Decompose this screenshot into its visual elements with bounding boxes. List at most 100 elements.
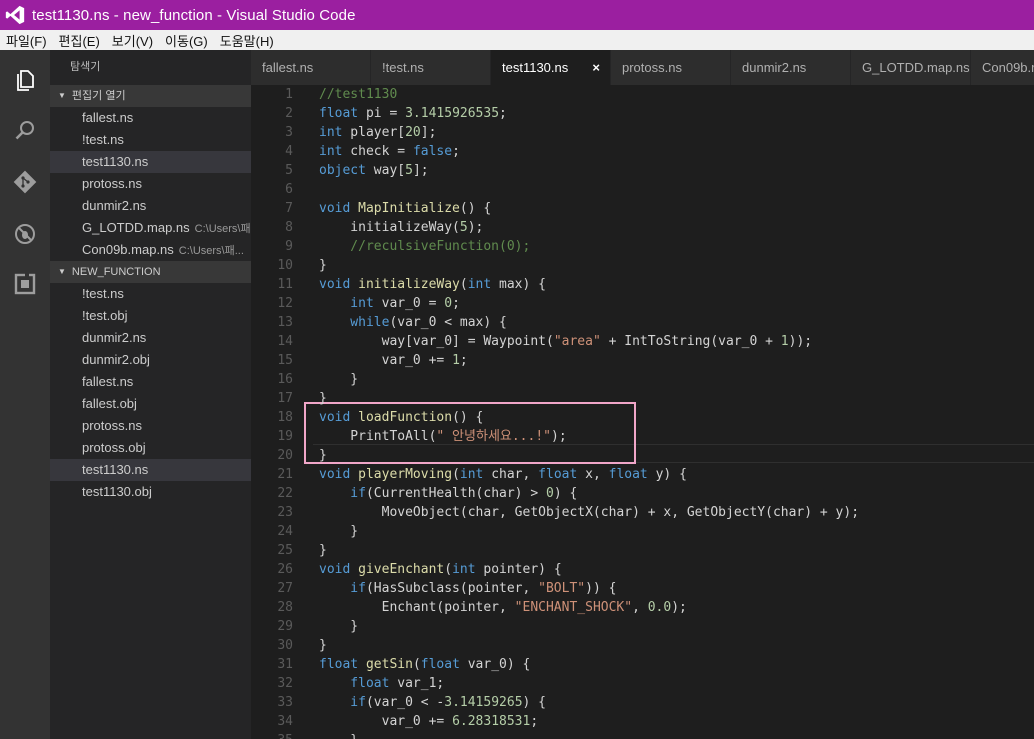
editor-tab[interactable]: test1130.ns × <box>491 50 611 85</box>
code-token: 0 <box>444 296 453 311</box>
source-control-button[interactable] <box>0 162 50 202</box>
code-text: void playerMoving(int char, float x, flo… <box>319 465 687 484</box>
search-button[interactable] <box>0 110 50 150</box>
code-line: 6 <box>251 180 1034 199</box>
line-number: 9 <box>285 239 293 254</box>
code-token: ); <box>467 220 484 235</box>
folder-file-item[interactable]: !test.ns <box>50 283 251 305</box>
code-line: 12 int var_0 = 0; <box>251 294 1034 313</box>
editor-tab[interactable]: fallest.ns <box>251 50 371 85</box>
code-line: 20} <box>251 446 1034 465</box>
code-text: } <box>319 617 358 636</box>
folder-header[interactable]: ▼ NEW_FUNCTION <box>50 261 251 283</box>
code-line: 7 void MapInitialize() { <box>251 199 1034 218</box>
folder-file-item[interactable]: fallest.obj <box>50 393 251 415</box>
editor-tab[interactable]: protoss.ns <box>611 50 731 85</box>
line-number: 17 <box>277 391 293 406</box>
code-text: while(var_0 < max) { <box>319 313 507 332</box>
line-number: 33 <box>277 695 293 710</box>
open-editor-item[interactable]: test1130.ns <box>50 151 251 173</box>
line-number: 18 <box>277 410 293 425</box>
menu-edit[interactable]: 편집(E) <box>53 31 106 50</box>
close-icon[interactable]: × <box>592 50 600 85</box>
folder-label: NEW_FUNCTION <box>71 266 161 278</box>
code-line: 30} <box>251 636 1034 655</box>
code-token: } <box>319 619 359 634</box>
code-token: float <box>420 657 460 672</box>
code-line: 4 int check = false; <box>251 142 1034 161</box>
open-editors-header[interactable]: ▼ 편집기 열기 <box>50 85 251 107</box>
code-token: int <box>459 467 484 482</box>
menu-file[interactable]: 파일(F) <box>0 31 53 50</box>
code-line: 1 //test1130 <box>251 85 1034 104</box>
open-editor-item[interactable]: !test.ns <box>50 129 251 151</box>
folder-file-item[interactable]: protoss.ns <box>50 415 251 437</box>
code-token: int <box>319 144 343 159</box>
editor-tab[interactable]: dunmir2.ns <box>731 50 851 85</box>
title-bar: test1130.ns - new_function - Visual Stud… <box>0 0 1034 30</box>
folder-file-item[interactable]: test1130.ns <box>50 459 251 481</box>
explorer-title: 탐색기 <box>70 61 101 73</box>
line-number: 34 <box>277 714 293 729</box>
code-token: void <box>319 562 351 577</box>
open-editor-item[interactable]: G_LOTDD.map.ns C:\Users\패... <box>50 217 251 239</box>
open-editor-item[interactable]: dunmir2.ns <box>50 195 251 217</box>
open-editor-item[interactable]: fallest.ns <box>50 107 251 129</box>
code-token: 0.0 <box>647 600 672 615</box>
folder-file-item[interactable]: !test.obj <box>50 305 251 327</box>
code-line: 27 if(HasSubclass(pointer, "BOLT")) { <box>251 579 1034 598</box>
explorer-button[interactable] <box>0 60 50 100</box>
menu-help[interactable]: 도움말(H) <box>214 31 280 50</box>
code-token: player[ <box>342 125 406 140</box>
code-token: float <box>319 676 390 691</box>
line-number: 21 <box>277 467 293 482</box>
code-text: int check = false; <box>319 142 460 161</box>
line-number: 29 <box>277 619 293 634</box>
file-name: protoss.ns <box>82 176 142 191</box>
code-token: ; <box>452 144 460 159</box>
menu-go[interactable]: 이동(G) <box>159 31 214 50</box>
tab-label: dunmir2.ns <box>742 60 807 75</box>
editor-tab[interactable]: Con09b.map.ns <box>971 50 1034 85</box>
line-number: 25 <box>277 543 293 558</box>
collapse-triangle-icon: ▼ <box>58 267 66 276</box>
code-token: ( <box>459 277 468 292</box>
collapse-triangle-icon: ▼ <box>58 91 66 100</box>
folder-file-item[interactable]: fallest.ns <box>50 371 251 393</box>
code-token: ; <box>530 714 539 729</box>
code-token: //reculsiveFunction(0); <box>319 239 531 254</box>
code-editor[interactable]: 1//test1130 2 float pi = 3.1415926535; 3 int… <box>251 85 1034 739</box>
folder-file-item[interactable]: dunmir2.obj <box>50 349 251 371</box>
code-line: 14 way[var_0] = Waypoint("area" + IntToS… <box>251 332 1034 351</box>
code-token: void <box>319 277 351 292</box>
open-editor-item[interactable]: protoss.ns <box>50 173 251 195</box>
code-text: way[var_0] = Waypoint("area" + IntToStri… <box>319 332 813 351</box>
code-text: void MapInitialize() { <box>319 199 491 218</box>
code-token: } <box>319 372 359 387</box>
code-token: var_0 += <box>319 714 453 729</box>
code-token: + IntToString(var_0 + <box>600 334 781 349</box>
code-text: MoveObject(char, GetObjectX(char) + x, G… <box>319 503 859 522</box>
folder-file-item[interactable]: dunmir2.ns <box>50 327 251 349</box>
editor-tab[interactable]: !test.ns <box>371 50 491 85</box>
code-token: float <box>608 467 648 482</box>
code-token: giveEnchant <box>358 562 445 577</box>
code-token: playerMoving <box>358 467 453 482</box>
folder-file-item[interactable]: test1130.obj <box>50 481 251 503</box>
code-line: 10} <box>251 256 1034 275</box>
code-token: void <box>319 467 351 482</box>
editor-tab[interactable]: G_LOTDD.map.ns <box>851 50 971 85</box>
code-token: ]; <box>420 125 437 140</box>
open-editor-item[interactable]: Con09b.map.ns C:\Users\패... <box>50 239 251 261</box>
extensions-button[interactable] <box>0 264 50 304</box>
file-name: !test.obj <box>82 308 128 323</box>
folder-file-item[interactable]: protoss.obj <box>50 437 251 459</box>
file-name: protoss.ns <box>82 418 142 433</box>
file-name: !test.ns <box>82 132 124 147</box>
line-number: 31 <box>277 657 293 672</box>
activity-bar <box>0 50 50 739</box>
code-text: } <box>319 256 327 275</box>
line-number: 5 <box>285 163 293 178</box>
debug-button[interactable] <box>0 214 50 254</box>
menu-view[interactable]: 보기(V) <box>106 31 159 50</box>
